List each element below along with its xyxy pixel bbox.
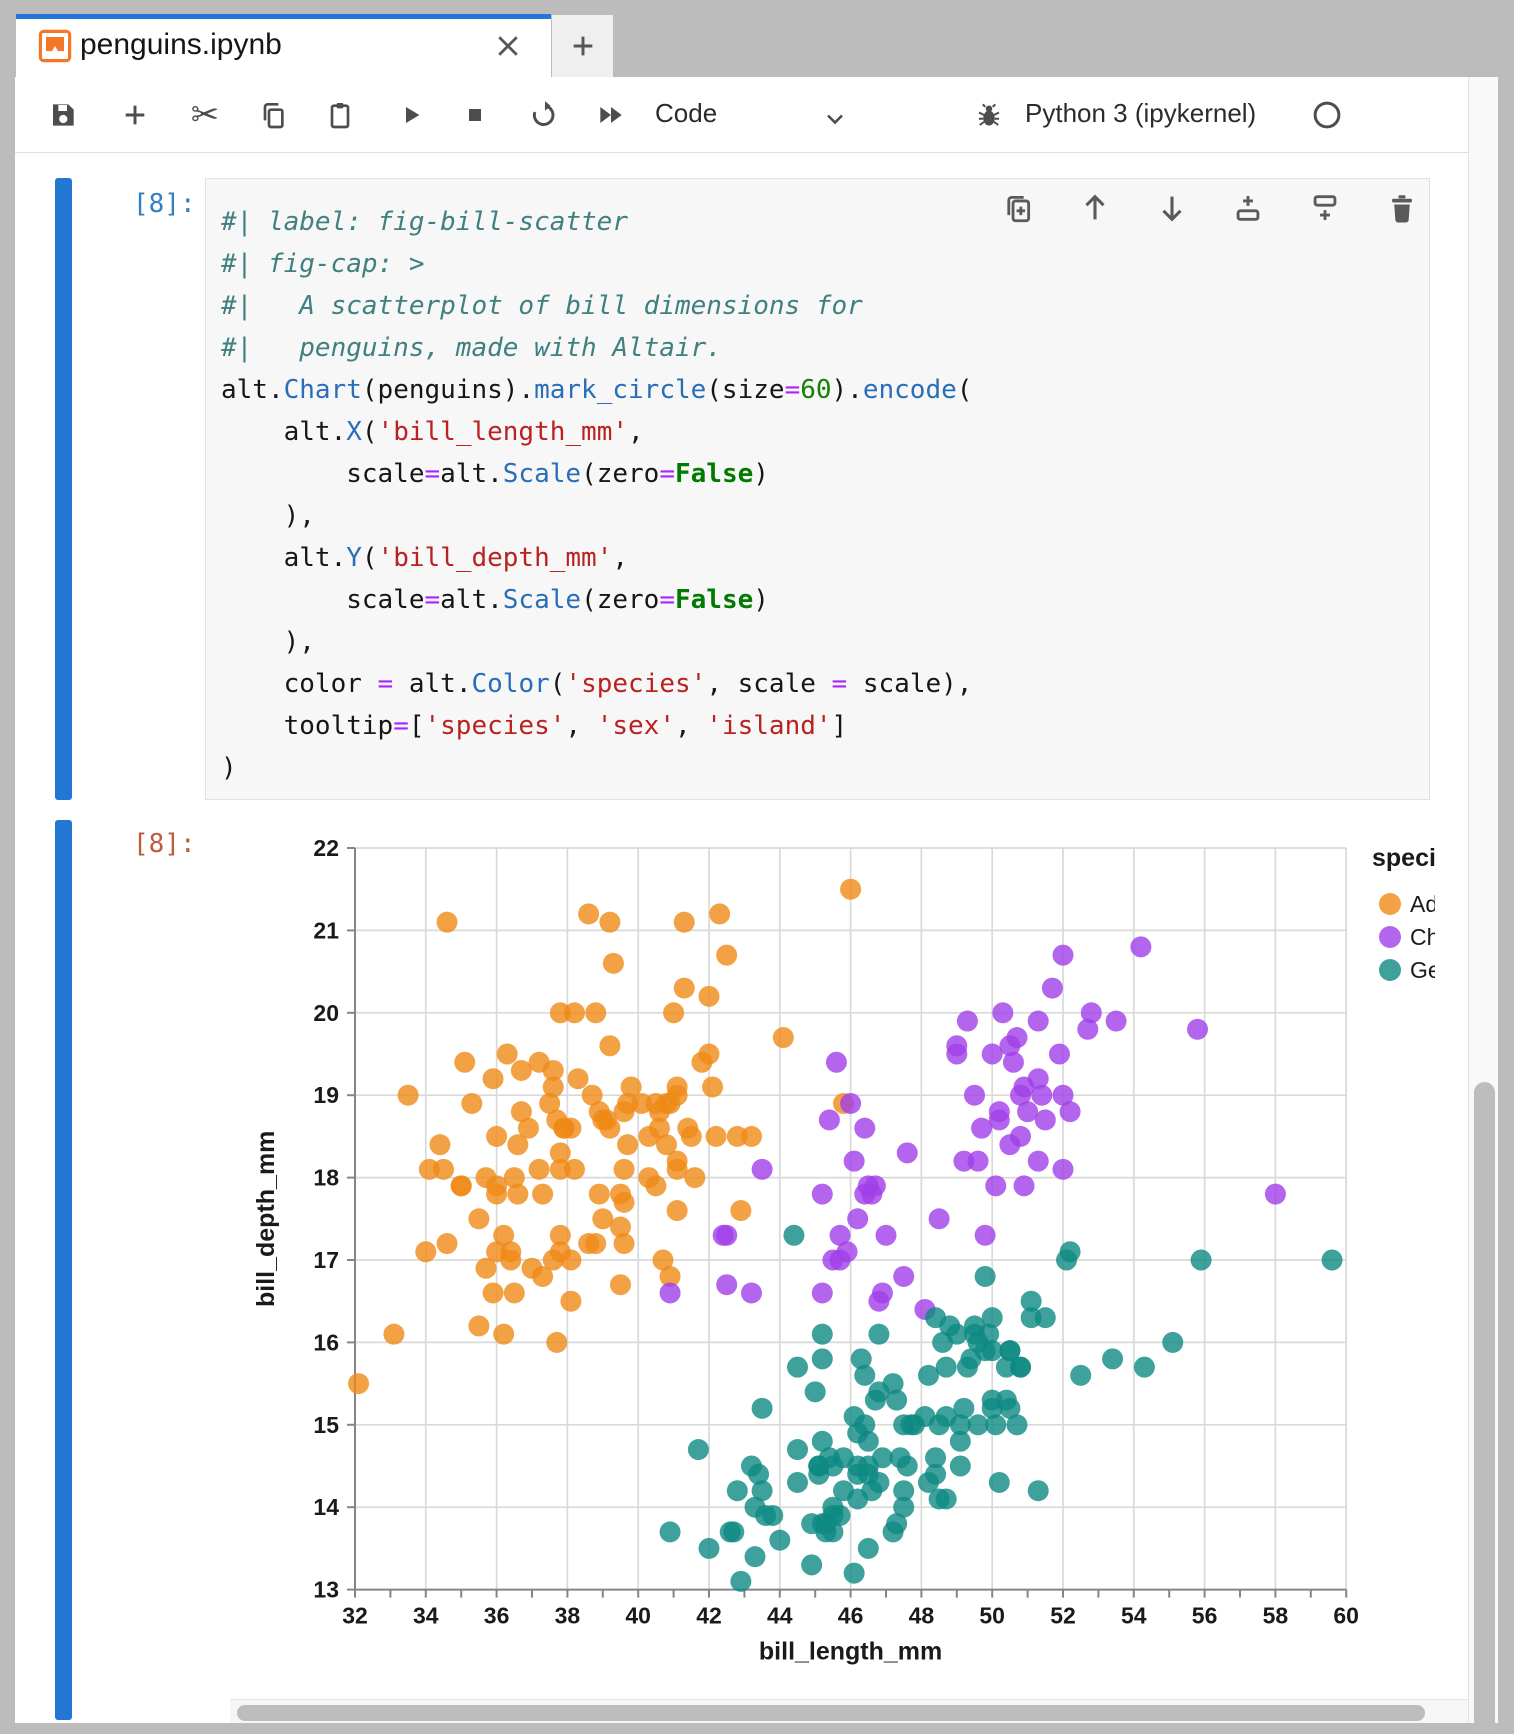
vertical-scrollbar-thumb[interactable] — [1474, 1082, 1495, 1734]
kernel-status-indicator[interactable] — [1309, 97, 1345, 133]
svg-text:34: 34 — [413, 1603, 439, 1629]
interrupt-kernel-button[interactable] — [457, 97, 493, 133]
svg-text:50: 50 — [979, 1603, 1005, 1629]
svg-text:54: 54 — [1121, 1603, 1147, 1629]
svg-text:19: 19 — [313, 1082, 339, 1108]
svg-text:species: species — [1372, 844, 1435, 872]
horizontal-scrollbar-thumb[interactable] — [237, 1705, 1425, 1721]
cell-type-dropdown[interactable]: Code — [655, 98, 717, 129]
delete-cell-button[interactable] — [1384, 190, 1420, 226]
cut-cells-button[interactable]: ✂ — [187, 97, 223, 133]
svg-text:32: 32 — [342, 1603, 368, 1629]
svg-text:Gentoo: Gentoo — [1410, 957, 1435, 983]
save-button[interactable] — [45, 97, 81, 133]
cell-toolbar — [990, 179, 1430, 237]
new-tab-button[interactable] — [552, 15, 613, 77]
vertical-scrollbar[interactable] — [1468, 77, 1498, 1723]
horizontal-scrollbar[interactable] — [230, 1699, 1468, 1723]
svg-text:60: 60 — [1333, 1603, 1359, 1629]
svg-text:15: 15 — [313, 1412, 339, 1438]
insert-cell-above-button[interactable] — [1230, 190, 1266, 226]
svg-text:Adelie: Adelie — [1410, 891, 1435, 917]
svg-text:bill_length_mm: bill_length_mm — [759, 1638, 942, 1666]
notebook-panel: ✂ — [15, 77, 1468, 1723]
cell-collapser-output[interactable] — [55, 820, 72, 1720]
svg-text:42: 42 — [696, 1603, 722, 1629]
tab-penguins-notebook[interactable]: penguins.ipynb — [16, 14, 551, 77]
svg-text:14: 14 — [313, 1494, 339, 1520]
cell-collapser-input[interactable] — [55, 178, 72, 800]
kernel-name-button[interactable]: Python 3 (ipykernel) — [1025, 98, 1256, 129]
close-tab-icon[interactable] — [493, 31, 523, 61]
output-prompt: [8]: — [133, 829, 196, 859]
notebook-toolbar: ✂ — [15, 77, 1468, 153]
svg-text:21: 21 — [313, 917, 339, 943]
code-cell-editor[interactable]: #| label: fig-bill-scatter#| fig-cap: >#… — [205, 178, 1430, 800]
chevron-down-icon[interactable] — [817, 101, 853, 137]
copy-cells-button[interactable] — [255, 97, 291, 133]
svg-text:48: 48 — [909, 1603, 935, 1629]
code-area[interactable]: #| label: fig-bill-scatter#| fig-cap: >#… — [221, 201, 972, 789]
paste-cells-button[interactable] — [322, 97, 358, 133]
duplicate-cell-button[interactable] — [1000, 190, 1036, 226]
restart-kernel-button[interactable] — [525, 97, 561, 133]
svg-text:18: 18 — [313, 1165, 339, 1191]
svg-text:20: 20 — [313, 1000, 339, 1026]
svg-text:16: 16 — [313, 1329, 339, 1355]
svg-text:22: 22 — [313, 835, 339, 861]
insert-cell-button[interactable] — [117, 97, 153, 133]
svg-text:52: 52 — [1050, 1603, 1076, 1629]
svg-text:bill_depth_mm: bill_depth_mm — [252, 1131, 280, 1307]
move-cell-down-button[interactable] — [1154, 190, 1190, 226]
run-button[interactable] — [392, 97, 428, 133]
svg-text:Chinstrap: Chinstrap — [1410, 924, 1435, 950]
svg-text:46: 46 — [838, 1603, 864, 1629]
svg-text:40: 40 — [625, 1603, 651, 1629]
svg-text:58: 58 — [1263, 1603, 1289, 1629]
svg-text:44: 44 — [767, 1603, 793, 1629]
svg-text:38: 38 — [555, 1603, 581, 1629]
restart-run-all-button[interactable] — [593, 97, 629, 133]
output-scatter-chart[interactable]: 32 34 36 38 40 42 44 46 48 50 52 54 56 58 60 13 14 15 16 17… — [250, 820, 1435, 1695]
move-cell-up-button[interactable] — [1077, 190, 1113, 226]
tab-title: penguins.ipynb — [80, 28, 282, 62]
svg-text:17: 17 — [313, 1247, 339, 1273]
debugger-icon[interactable] — [971, 97, 1007, 133]
notebook-file-icon — [37, 28, 73, 69]
insert-cell-below-button[interactable] — [1307, 190, 1343, 226]
svg-text:13: 13 — [313, 1577, 339, 1603]
svg-text:36: 36 — [484, 1603, 510, 1629]
svg-text:56: 56 — [1192, 1603, 1218, 1629]
jupyterlab-window: penguins.ipynb — [0, 0, 1514, 1734]
input-prompt: [8]: — [133, 189, 196, 219]
